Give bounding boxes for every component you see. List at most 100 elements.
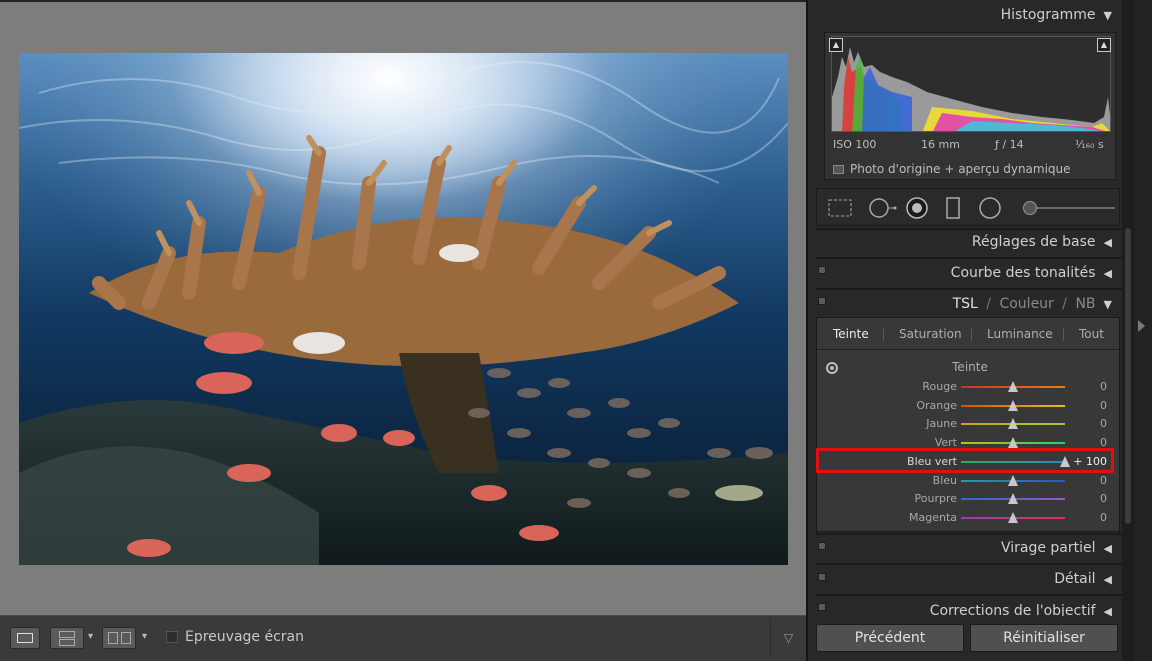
soft-proof-label: Epreuvage écran	[185, 629, 304, 645]
hue-slider-knob[interactable]	[1008, 474, 1018, 486]
tsl-panel-body: Teinte Saturation Luminance Tout Teinte …	[816, 317, 1120, 532]
hue-slider-value[interactable]: 0	[1100, 417, 1107, 430]
split-toning-title: Virage partiel	[1000, 540, 1096, 556]
panel-toggle-triangle-icon[interactable]	[1138, 320, 1145, 332]
highlight-clipping-indicator[interactable]: ▲	[1097, 38, 1111, 52]
radial-filter-icon[interactable]	[977, 197, 1003, 219]
hue-slider-label: Jaune	[926, 417, 957, 431]
hue-slider-knob[interactable]	[1008, 381, 1018, 392]
hue-slider-label: Orange	[916, 398, 957, 412]
expand-triangle-icon: ◀	[1103, 573, 1112, 586]
hue-slider-value[interactable]: 0	[1100, 511, 1107, 524]
exif-shutter: ¹⁄₁₆₀ s	[1075, 138, 1104, 151]
hue-slider-knob[interactable]	[1008, 418, 1018, 430]
before-after-caret-icon[interactable]: ▾	[88, 631, 93, 642]
adjustment-brush-icon[interactable]	[1023, 201, 1037, 215]
expand-triangle-icon: ◀	[1103, 267, 1112, 280]
image-viewer	[0, 0, 806, 615]
exif-iso: ISO 100	[833, 138, 877, 151]
split-toning-section-header[interactable]: Virage partiel ◀	[816, 535, 1124, 561]
highlight-annotation-box	[816, 448, 1114, 473]
collapse-triangle-icon: ▼	[1103, 298, 1112, 311]
photo-preview[interactable]	[19, 53, 788, 565]
hue-slider-knob[interactable]	[1008, 437, 1018, 449]
expand-triangle-icon: ◀	[1103, 605, 1112, 616]
hue-slider-row: Pourpre 0	[817, 490, 1119, 508]
hue-slider-label: Bleu	[932, 473, 957, 487]
panel-scrollbar[interactable]	[1122, 0, 1134, 661]
hue-slider-value[interactable]: 0	[1100, 380, 1107, 393]
lens-corrections-section-header[interactable]: Corrections de l'objectif ◀	[816, 598, 1124, 616]
tsl-header-separator: /	[986, 296, 992, 312]
tab-separator	[883, 328, 884, 341]
shadow-clipping-indicator[interactable]: ▲	[829, 38, 843, 52]
hue-slider-row: Rouge 0	[817, 378, 1119, 396]
detail-title: Détail	[1054, 571, 1096, 587]
hue-subpanel-title: Teinte	[952, 360, 988, 374]
bw-tab-header[interactable]: NB	[1075, 296, 1095, 312]
tsl-tab-header[interactable]: TSL	[953, 296, 978, 312]
exif-focal-length: 16 mm	[921, 138, 960, 151]
tsl-header-separator: /	[1062, 296, 1067, 312]
histogram-curves	[832, 47, 1110, 131]
section-divider	[816, 594, 1124, 596]
tsl-subtabs: Teinte Saturation Luminance Tout	[817, 318, 1119, 350]
tab-saturation[interactable]: Saturation	[899, 327, 962, 341]
spot-removal-icon[interactable]	[867, 197, 897, 219]
loupe-view-button[interactable]	[10, 627, 40, 649]
before-after-split-button[interactable]	[102, 627, 136, 649]
hue-slider-value[interactable]: 0	[1100, 399, 1107, 412]
hue-slider-label: Magenta	[908, 510, 957, 524]
hue-slider-label: Pourpre	[914, 492, 958, 506]
coral-reef-photo	[19, 53, 788, 565]
tab-hue[interactable]: Teinte	[833, 327, 869, 341]
hue-slider-label: Rouge	[922, 380, 957, 393]
adjustment-brush-slider-track[interactable]	[1029, 207, 1115, 209]
right-panel-edge	[1134, 0, 1152, 661]
basic-section-header[interactable]: Réglages de base ◀	[816, 229, 1124, 255]
tab-all[interactable]: Tout	[1079, 327, 1104, 341]
scrollbar-thumb[interactable]	[1125, 228, 1131, 524]
preview-checkbox[interactable]	[833, 165, 844, 174]
section-divider	[816, 257, 1124, 259]
tab-luminance[interactable]: Luminance	[987, 327, 1053, 341]
histogram-graph[interactable]	[831, 36, 1111, 132]
color-tab-header[interactable]: Couleur	[999, 296, 1053, 312]
tone-curve-title: Courbe des tonalités	[950, 265, 1096, 281]
red-eye-icon[interactable]	[905, 197, 929, 219]
split-view-caret-icon[interactable]: ▾	[142, 631, 147, 642]
toolbar-menu-chevron-icon[interactable]: ▽	[770, 618, 806, 658]
panel-footer: Précédent Réinitialiser	[816, 616, 1124, 661]
histogram-title: Histogramme	[1000, 7, 1096, 23]
collapse-triangle-icon: ▼	[1103, 9, 1112, 22]
detail-section-header[interactable]: Détail ◀	[816, 566, 1124, 592]
develop-right-panel: Histogramme ▼ ▲ ▲ ISO 100 16 mm ƒ / 14 ¹⁄…	[806, 0, 1124, 661]
tsl-section-header[interactable]: TSL / Couleur / NB ▼	[816, 291, 1124, 317]
hue-slider-row: Jaune 0	[817, 415, 1119, 433]
original-preview-toggle[interactable]: Photo d'origine + aperçu dynamique	[833, 162, 1071, 176]
hue-slider-row: Magenta 0	[817, 509, 1119, 527]
hue-slider-value[interactable]: 0	[1100, 474, 1107, 487]
crop-overlay-icon[interactable]	[827, 197, 853, 219]
hue-slider-row: Orange 0	[817, 397, 1119, 415]
previous-button[interactable]: Précédent	[816, 624, 964, 652]
histogram-panel: ▲ ▲ ISO 100 16 mm ƒ / 14 ¹⁄₁₆₀ s Photo d…	[824, 32, 1116, 180]
tab-separator	[1063, 328, 1064, 341]
section-divider	[816, 288, 1124, 290]
reset-button[interactable]: Réinitialiser	[970, 624, 1118, 652]
before-after-view-button[interactable]	[50, 627, 84, 649]
graduated-filter-icon[interactable]	[943, 197, 963, 219]
histogram-header[interactable]: Histogramme ▼	[816, 2, 1124, 28]
expand-triangle-icon: ◀	[1103, 542, 1112, 555]
hue-slider-value[interactable]: 0	[1100, 492, 1107, 505]
hue-slider-knob[interactable]	[1008, 493, 1018, 505]
soft-proof-checkbox[interactable]	[166, 631, 178, 643]
tone-curve-section-header[interactable]: Courbe des tonalités ◀	[816, 260, 1124, 286]
hue-slider-row: Bleu 0	[817, 472, 1119, 490]
tab-separator	[971, 328, 972, 341]
tool-strip	[816, 188, 1120, 226]
lens-corrections-title: Corrections de l'objectif	[929, 603, 1096, 616]
hue-slider-knob[interactable]	[1008, 399, 1018, 411]
hue-slider-knob[interactable]	[1008, 511, 1018, 523]
basic-section-title: Réglages de base	[971, 234, 1096, 250]
